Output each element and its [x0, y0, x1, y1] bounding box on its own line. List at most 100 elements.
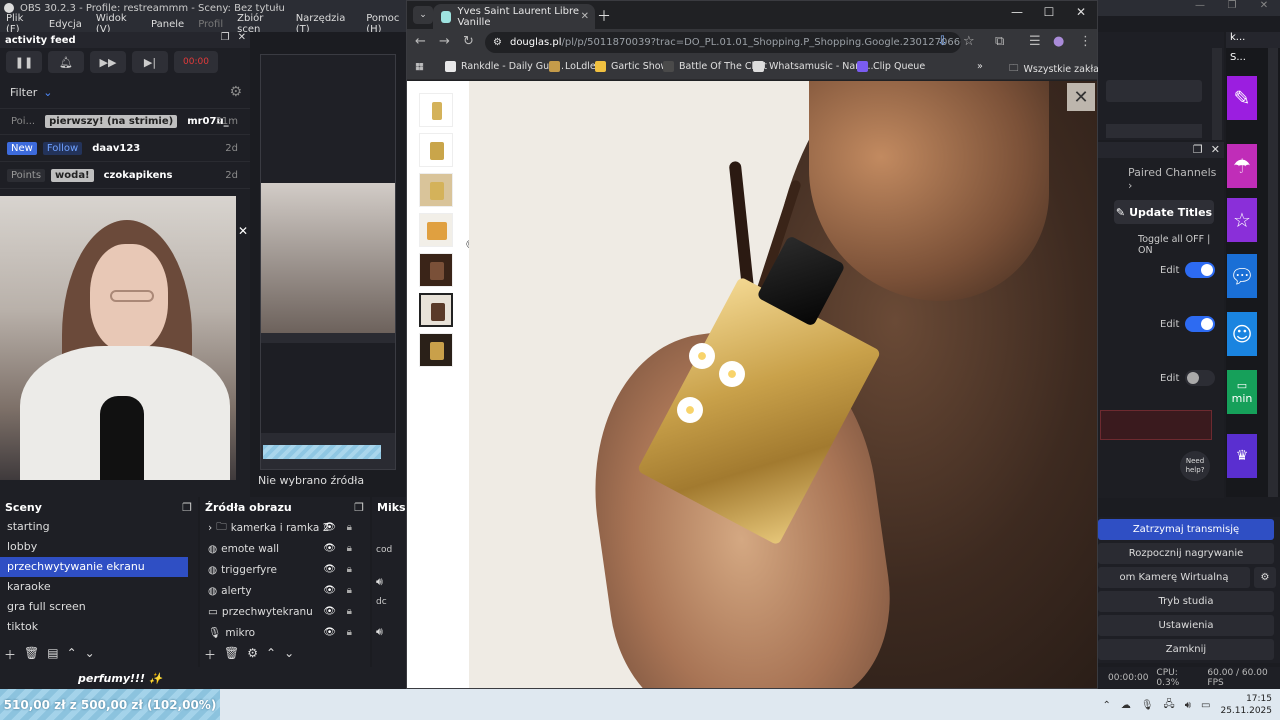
scene-item[interactable]: karaoke: [0, 577, 188, 597]
money-tile[interactable]: ▭ min: [1227, 370, 1257, 414]
back-icon[interactable]: ←: [415, 34, 426, 49]
network-icon[interactable]: 🖧: [1164, 697, 1175, 714]
eye-icon[interactable]: 👁︎: [323, 585, 336, 596]
undock-icon[interactable]: ❐: [1193, 143, 1203, 156]
lock-icon[interactable]: 🔒︎: [347, 627, 352, 638]
parachute-icon[interactable]: ☂: [1227, 144, 1257, 188]
move-up-icon[interactable]: ⌃: [67, 646, 77, 663]
address-bar[interactable]: ⚙ douglas.pl/pl/p/5011870039?trac=DO_PL.…: [485, 32, 961, 53]
stop-stream-button[interactable]: Zatrzymaj transmisję: [1098, 519, 1274, 540]
channel-toggle[interactable]: [1185, 262, 1216, 278]
scene-item[interactable]: gra full screen: [0, 597, 188, 617]
close-icon[interactable]: ✕: [236, 224, 250, 238]
gallery-thumbnail[interactable]: [419, 173, 453, 207]
product-photo[interactable]: ✕: [469, 81, 1097, 688]
source-item[interactable]: ◍ triggerfyre 👁︎ 🔒︎: [200, 559, 370, 580]
eye-icon[interactable]: 👁︎: [323, 606, 336, 617]
trash-icon[interactable]: 🗑︎: [224, 646, 239, 663]
timer-display[interactable]: 00:00: [174, 51, 218, 73]
undock-icon[interactable]: ❐: [354, 501, 364, 514]
update-titles-button[interactable]: ✎ Update Titles: [1114, 200, 1214, 224]
feed-row[interactable]: Poi... pierwszy! (na strimie) mr07u_ 31m: [0, 108, 250, 135]
maximize-icon[interactable]: ❐: [1216, 0, 1248, 11]
feed-row[interactable]: Points woda! czokapikens 2d: [0, 162, 250, 189]
scrollbar[interactable]: [1268, 48, 1278, 497]
virtual-camera-button[interactable]: om Kamerę Wirtualną: [1098, 567, 1250, 588]
clock[interactable]: 17:15 25.11.2025: [1220, 693, 1272, 717]
virtual-camera-settings[interactable]: ⚙: [1254, 567, 1276, 588]
gallery-thumbnail[interactable]: [419, 213, 453, 247]
move-down-icon[interactable]: ⌄: [85, 646, 95, 663]
close-dock-icon[interactable]: ✕: [238, 32, 246, 43]
gear-icon[interactable]: ⚙: [247, 646, 258, 663]
reload-icon[interactable]: ↻: [463, 34, 474, 49]
gear-icon[interactable]: ⚙: [229, 84, 242, 100]
bookmark-item[interactable]: Whatsamusic - Nam...: [753, 61, 874, 72]
scene-item[interactable]: starting: [0, 517, 188, 537]
undock-icon[interactable]: ❐: [221, 32, 230, 43]
bookmark-item[interactable]: LoLdle: [549, 61, 596, 72]
gallery-thumbnail[interactable]: [419, 93, 453, 127]
pause-button[interactable]: ❚❚: [6, 51, 42, 73]
volume-icon[interactable]: 🔊︎: [1185, 700, 1191, 711]
lock-icon[interactable]: 🔒︎: [347, 606, 352, 617]
move-down-icon[interactable]: ⌄: [284, 646, 294, 663]
gallery-thumbnail[interactable]: [419, 253, 453, 287]
gallery-thumbnail[interactable]: [419, 133, 453, 167]
scene-item[interactable]: lobby: [0, 537, 188, 557]
eye-icon[interactable]: 👁︎: [323, 627, 336, 638]
skip-button[interactable]: ▶▶: [90, 51, 126, 73]
bookmark-item[interactable]: Rankdle - Daily Gue...: [445, 61, 564, 72]
install-app-icon[interactable]: ⇩: [937, 34, 948, 49]
profile-avatar-icon[interactable]: ●: [1053, 34, 1064, 49]
smiley-icon[interactable]: ☺: [1227, 312, 1257, 356]
eye-icon[interactable]: 👁︎: [323, 543, 336, 554]
filter-dropdown[interactable]: Filter ⌄ ⚙: [0, 76, 250, 108]
bookmark-item[interactable]: Clip Queue: [857, 61, 925, 72]
browser-tab[interactable]: Yves Saint Laurent Libre Vanille ✕: [433, 4, 595, 29]
toggle-all-on[interactable]: ON: [1138, 245, 1153, 256]
bookmark-star-icon[interactable]: ☆: [963, 34, 975, 49]
lock-icon[interactable]: 🔒︎: [347, 543, 352, 554]
gallery-thumbnail-selected[interactable]: [419, 293, 453, 327]
cloud-icon[interactable]: ☁: [1121, 700, 1131, 711]
trash-icon[interactable]: 🗑︎: [24, 646, 39, 663]
bookmark-item[interactable]: Battle Of The Chat: [663, 61, 767, 72]
close-dock-icon[interactable]: ✕: [1211, 143, 1220, 156]
media-control-icon[interactable]: ☰: [1029, 34, 1041, 49]
menu-edit[interactable]: Edycja: [49, 19, 82, 30]
feed-row[interactable]: New Follow daav123 2d: [0, 135, 250, 162]
next-button[interactable]: ▶|: [132, 51, 168, 73]
tab-list-button[interactable]: ⌄: [413, 6, 433, 24]
undock-icon[interactable]: ❐: [182, 501, 192, 514]
move-up-icon[interactable]: ⌃: [266, 646, 276, 663]
menu-docks[interactable]: Panele: [151, 19, 184, 30]
minimize-icon[interactable]: —: [1001, 5, 1033, 19]
site-info-icon[interactable]: ⚙: [493, 37, 502, 48]
notification-button[interactable]: 🔔︎: [48, 51, 84, 73]
filter-icon[interactable]: ▤: [47, 646, 58, 663]
source-item[interactable]: ◍ alerty 👁︎ 🔒︎: [200, 580, 370, 601]
eye-icon[interactable]: 👁︎: [323, 564, 336, 575]
apps-grid-icon[interactable]: ▦: [415, 61, 424, 72]
chevron-up-icon[interactable]: ⌃: [1102, 700, 1110, 711]
lock-icon[interactable]: 🔒︎: [347, 585, 352, 596]
text-field[interactable]: [1106, 80, 1202, 102]
minimize-icon[interactable]: —: [1184, 0, 1216, 11]
studio-mode-button[interactable]: Tryb studia: [1098, 591, 1274, 612]
close-gallery-icon[interactable]: ✕: [1067, 83, 1095, 111]
close-icon[interactable]: ✕: [1065, 5, 1097, 19]
lock-icon[interactable]: 🔒︎: [347, 522, 352, 533]
maximize-icon[interactable]: ☐: [1033, 5, 1065, 19]
speaker-icon[interactable]: 🔊︎: [376, 625, 383, 639]
extensions-icon[interactable]: ⧉: [995, 34, 1004, 49]
exit-button[interactable]: Zamknij: [1098, 639, 1274, 660]
edit-link[interactable]: Edit: [1160, 265, 1179, 276]
forward-icon[interactable]: →: [439, 34, 450, 49]
eye-icon[interactable]: 👁︎: [323, 522, 336, 533]
source-item[interactable]: ◍ emote wall 👁︎ 🔒︎: [200, 538, 370, 559]
more-bookmarks-icon[interactable]: »: [977, 61, 983, 72]
edit-link[interactable]: Edit: [1160, 319, 1179, 330]
new-tab-icon[interactable]: ＋: [597, 6, 611, 26]
scene-item[interactable]: tiktok: [0, 617, 188, 637]
